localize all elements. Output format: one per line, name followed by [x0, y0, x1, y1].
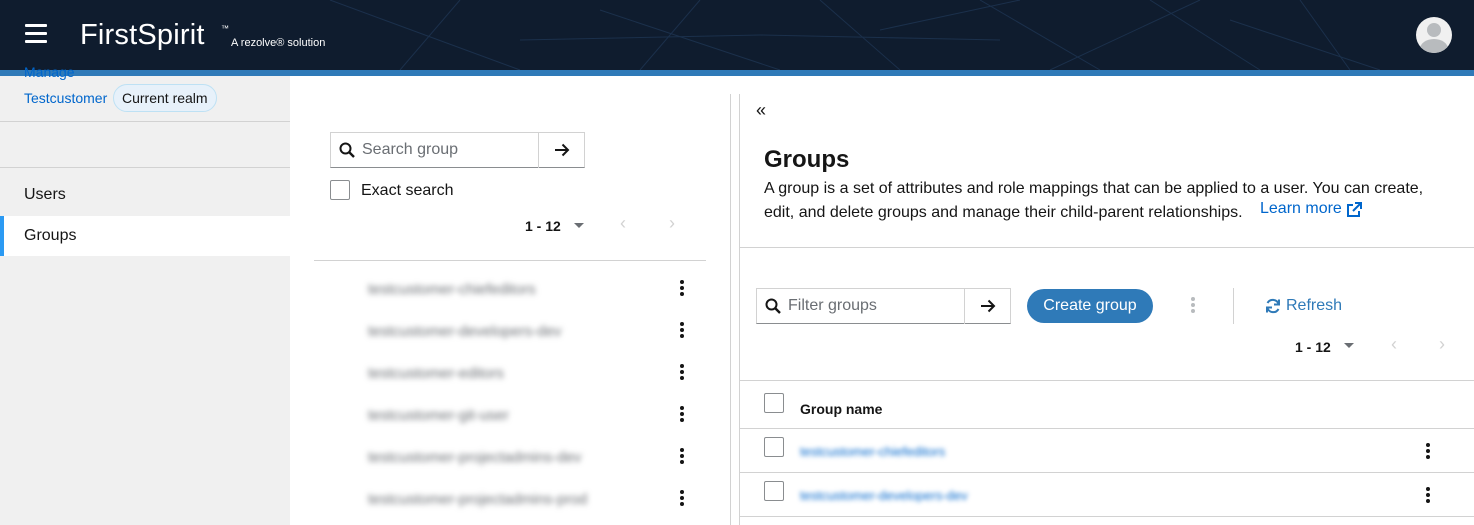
- panel-splitter[interactable]: [730, 94, 731, 525]
- search-icon: [765, 298, 781, 314]
- tree-item[interactable]: testcustomer-chiefeditors: [368, 281, 536, 298]
- hamburger-menu-icon[interactable]: [25, 24, 47, 44]
- kebab-menu-icon[interactable]: [679, 322, 685, 340]
- table-row-divider: [740, 472, 1474, 473]
- refresh-button[interactable]: Refresh: [1286, 297, 1342, 315]
- manage-section: [0, 122, 290, 168]
- sidebar-item-users[interactable]: Users: [0, 175, 290, 215]
- user-avatar-icon[interactable]: [1416, 17, 1452, 53]
- tree-search-submit-button[interactable]: [538, 132, 585, 168]
- toolbar-kebab-icon[interactable]: [1190, 297, 1196, 315]
- manage-section-label: Manage: [24, 64, 75, 80]
- row-checkbox[interactable]: [764, 481, 784, 501]
- external-link-icon[interactable]: [1346, 202, 1362, 218]
- main-pager-count: 1 - 12: [1295, 339, 1331, 355]
- sidebar: Testcustomer Current realm: [0, 76, 290, 525]
- tree-search-box: [330, 132, 585, 168]
- column-header-group-name[interactable]: Group name: [800, 401, 882, 417]
- exact-search-checkbox[interactable]: [330, 180, 350, 200]
- header-network-pattern: [329, 0, 1381, 70]
- exact-search-label: Exact search: [361, 182, 454, 199]
- page-title: Groups: [764, 146, 850, 173]
- masthead: FirstSpirit ™ A rezolve® solution: [0, 0, 1474, 70]
- brand-logo-text: FirstSpirit: [80, 19, 205, 51]
- main-pager-next-icon[interactable]: ›: [1439, 334, 1445, 355]
- tree-pager-prev-icon[interactable]: ‹: [620, 213, 626, 234]
- realm-selector[interactable]: Testcustomer Current realm: [0, 76, 290, 122]
- kebab-menu-icon[interactable]: [679, 490, 685, 508]
- brand-trademark: ™: [221, 24, 229, 33]
- tree-item[interactable]: testcustomer-projectadmins-prod: [368, 491, 587, 508]
- table-header-divider: [740, 428, 1474, 429]
- main-pager-dropdown-icon[interactable]: [1344, 343, 1354, 348]
- table-row-divider: [740, 516, 1474, 517]
- page-description: A group is a set of attributes and role …: [764, 180, 1424, 221]
- filter-groups-input[interactable]: [788, 289, 958, 323]
- filter-groups-submit-button[interactable]: [964, 288, 1011, 324]
- group-name-link[interactable]: testcustomer-developers-dev: [800, 488, 968, 503]
- tree-divider: [314, 260, 706, 261]
- kebab-menu-icon[interactable]: [1425, 487, 1431, 505]
- main-pager-prev-icon[interactable]: ‹: [1391, 334, 1397, 355]
- tree-search-input[interactable]: [362, 133, 532, 167]
- arrow-right-icon: [555, 143, 570, 157]
- header-divider: [740, 247, 1474, 248]
- arrow-right-icon: [981, 299, 996, 313]
- kebab-menu-icon[interactable]: [679, 406, 685, 424]
- row-checkbox[interactable]: [764, 437, 784, 457]
- tree-pager-count: 1 - 12: [525, 218, 561, 234]
- kebab-menu-icon[interactable]: [1425, 443, 1431, 461]
- learn-more-link[interactable]: Learn more: [1260, 200, 1342, 218]
- tree-pager-dropdown-icon[interactable]: [574, 223, 584, 228]
- collapse-panel-icon[interactable]: «: [756, 100, 766, 121]
- sidebar-item-groups[interactable]: Groups: [0, 216, 290, 256]
- select-all-checkbox[interactable]: [764, 393, 784, 413]
- table-top-divider: [740, 380, 1474, 381]
- tree-item[interactable]: testcustomer-editors: [368, 365, 504, 382]
- create-group-button[interactable]: Create group: [1027, 289, 1153, 323]
- tree-item[interactable]: testcustomer-developers-dev: [368, 323, 561, 340]
- current-realm-badge: Current realm: [113, 84, 217, 112]
- panel-border: [739, 94, 740, 525]
- filter-groups-box: [756, 288, 1011, 324]
- brand-tagline: A rezolve® solution: [231, 37, 326, 49]
- tree-item[interactable]: testcustomer-projectadmins-dev: [368, 449, 581, 466]
- kebab-menu-icon[interactable]: [679, 364, 685, 382]
- refresh-icon[interactable]: [1265, 298, 1281, 314]
- group-name-link[interactable]: testcustomer-chiefeditors: [800, 444, 945, 459]
- toolbar-separator: [1233, 288, 1234, 324]
- kebab-menu-icon[interactable]: [679, 280, 685, 298]
- search-icon: [339, 142, 355, 158]
- kebab-menu-icon[interactable]: [679, 448, 685, 466]
- tree-item[interactable]: testcustomer-git-user: [368, 407, 509, 424]
- realm-name[interactable]: Testcustomer: [24, 90, 107, 106]
- tree-pager-next-icon[interactable]: ›: [669, 213, 675, 234]
